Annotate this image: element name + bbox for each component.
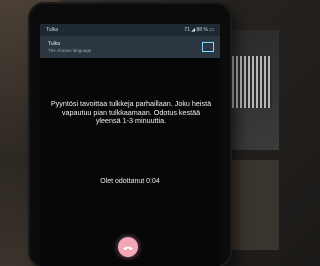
notification-texts: Tulka The chosen language [48,41,91,53]
end-call-button[interactable] [118,237,138,257]
status-indicators: 71 ◢ 88 % ▭ [184,27,214,33]
notification-banner[interactable]: Tulka The chosen language [40,36,220,58]
notification-subtitle: The chosen language [48,48,92,53]
status-bar: Tulka 71 ◢ 88 % ▭ [40,24,220,36]
call-message: Pyyntösi tavoittaa tulkkeja parhaillaan.… [50,99,212,126]
status-app-name: Tulka [46,27,59,33]
phone-icon [123,246,133,251]
waited-time: Olet odottanut 0:04 [100,178,160,185]
phone-screen: Tulka 71 ◢ 88 % ▭ Tulka The chosen langu… [40,24,220,266]
notification-title: Tulka [48,41,61,47]
square-icon[interactable] [202,42,214,52]
barcode-stripes [228,56,272,108]
